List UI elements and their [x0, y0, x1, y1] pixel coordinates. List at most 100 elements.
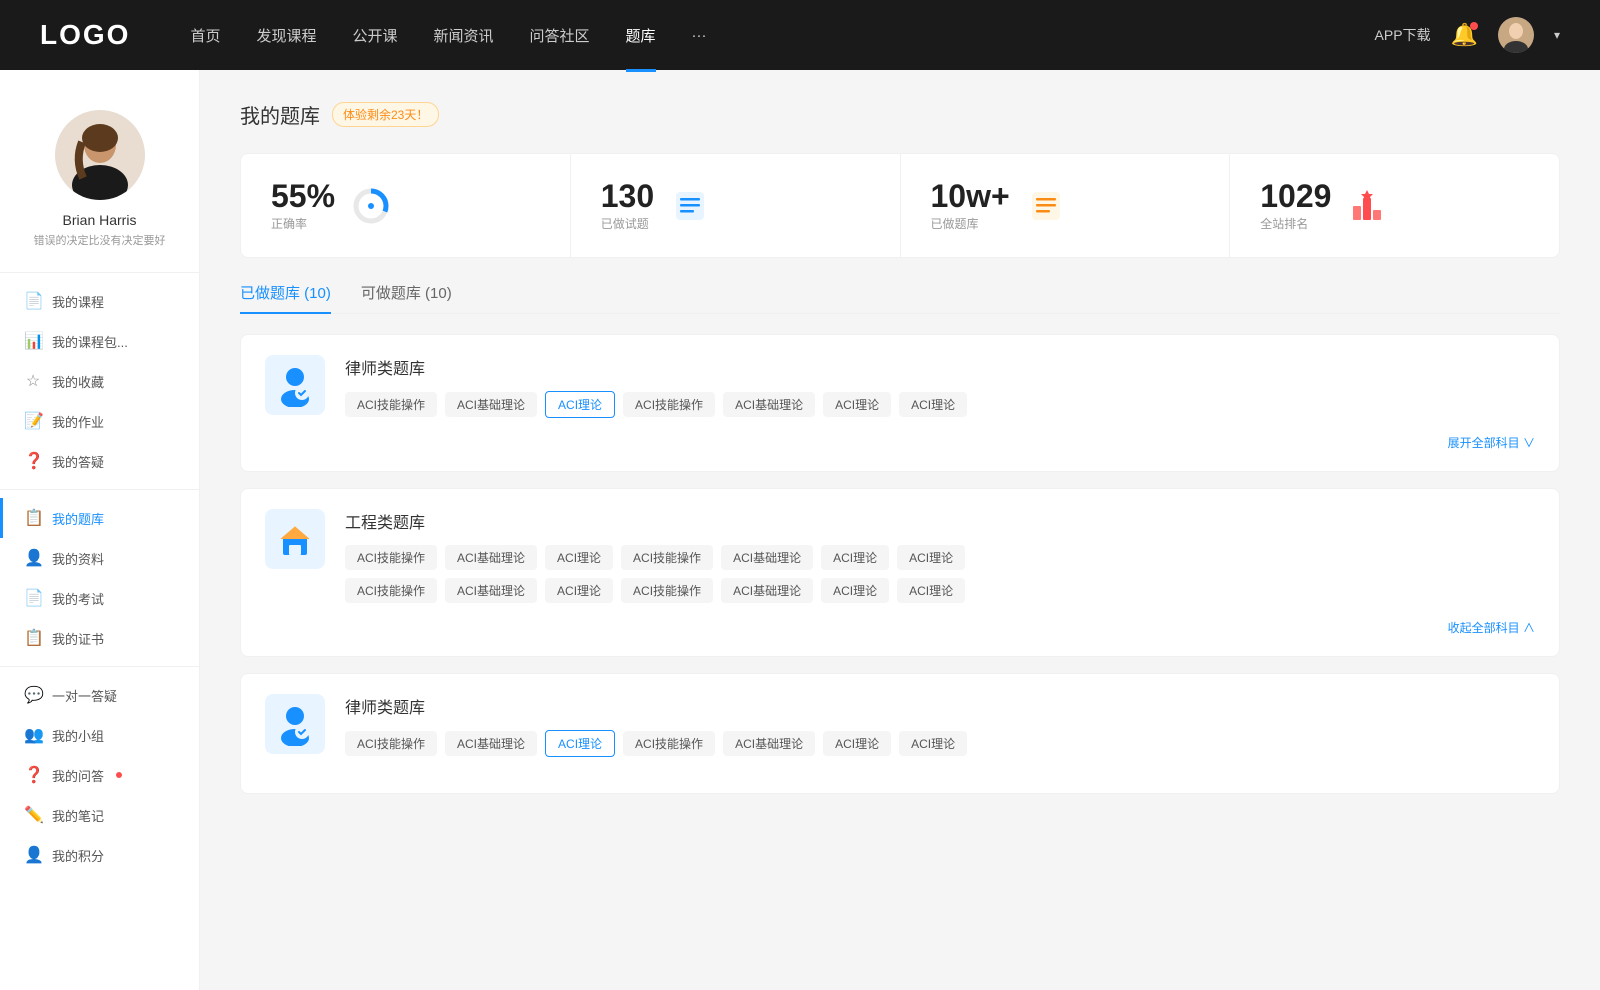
- nav-links: 首页 发现课程 公开课 新闻资讯 问答社区 题库 ···: [190, 25, 1374, 46]
- app-download-button[interactable]: APP下载: [1375, 25, 1431, 45]
- user-profile: Brian Harris 错误的决定比没有决定要好: [0, 90, 199, 264]
- sidebar-item-notes[interactable]: ✏️ 我的笔记: [0, 795, 199, 835]
- tag-1-extra-4[interactable]: ACI基础理论: [721, 578, 813, 603]
- tag-0-2[interactable]: ACI理论: [545, 391, 615, 418]
- main-layout: Brian Harris 错误的决定比没有决定要好 📄 我的课程 📊 我的课程包…: [0, 70, 1600, 990]
- bank-tags-0: ACI技能操作 ACI基础理论 ACI理论 ACI技能操作 ACI基础理论 AC…: [345, 391, 1535, 418]
- tag-2-2[interactable]: ACI理论: [545, 730, 615, 757]
- tag-0-4[interactable]: ACI基础理论: [723, 392, 815, 417]
- tag-1-0[interactable]: ACI技能操作: [345, 545, 437, 570]
- done-banks-icon: [1026, 186, 1066, 226]
- sidebar-item-favorites[interactable]: ☆ 我的收藏: [0, 361, 199, 401]
- sidebar-item-groups[interactable]: 👥 我的小组: [0, 715, 199, 755]
- nav-home[interactable]: 首页: [190, 25, 220, 46]
- homework-icon: 📝: [24, 411, 42, 431]
- tag-0-1[interactable]: ACI基础理论: [445, 392, 537, 417]
- tab-available-banks[interactable]: 可做题库 (10): [361, 282, 452, 313]
- done-questions-icon: [670, 186, 710, 226]
- sidebar-divider-1: [0, 272, 199, 273]
- tag-1-extra-3[interactable]: ACI技能操作: [621, 578, 713, 603]
- tag-1-extra-6[interactable]: ACI理论: [897, 578, 965, 603]
- tag-0-5[interactable]: ACI理论: [823, 392, 891, 417]
- notification-bell[interactable]: 🔔: [1451, 22, 1478, 48]
- nav-qa[interactable]: 问答社区: [530, 25, 590, 46]
- stat-done-banks: 10w+ 已做题库: [901, 154, 1231, 257]
- tag-2-3[interactable]: ACI技能操作: [623, 731, 715, 756]
- collapse-link-1[interactable]: 收起全部科目 ∧: [265, 619, 1535, 636]
- exams-icon: 📄: [24, 588, 42, 608]
- user-avatar-nav[interactable]: [1498, 17, 1534, 53]
- tag-2-0[interactable]: ACI技能操作: [345, 731, 437, 756]
- tab-done-banks[interactable]: 已做题库 (10): [240, 282, 331, 313]
- sidebar-item-one-on-one[interactable]: 💬 一对一答疑: [0, 675, 199, 715]
- sidebar-item-question-bank[interactable]: 📋 我的题库: [0, 498, 199, 538]
- tag-1-3[interactable]: ACI技能操作: [621, 545, 713, 570]
- page-header: 我的题库 体验剩余23天！: [240, 100, 1560, 129]
- my-qa-icon: ❓: [24, 765, 42, 785]
- tag-2-6[interactable]: ACI理论: [899, 731, 967, 756]
- sidebar-label-course-packages: 我的课程包...: [52, 332, 128, 351]
- user-dropdown-arrow[interactable]: ▾: [1554, 28, 1560, 42]
- sidebar-label-one-on-one: 一对一答疑: [52, 686, 117, 705]
- ranking-icon: [1347, 186, 1387, 226]
- tag-2-5[interactable]: ACI理论: [823, 731, 891, 756]
- sidebar-item-exams[interactable]: 📄 我的考试: [0, 578, 199, 618]
- materials-icon: 👤: [24, 548, 42, 568]
- sidebar-item-points[interactable]: 👤 我的积分: [0, 835, 199, 875]
- nav-question-bank[interactable]: 题库: [626, 25, 656, 46]
- nav-news[interactable]: 新闻资讯: [434, 25, 494, 46]
- course-packages-icon: 📊: [24, 331, 42, 351]
- sidebar-item-courses[interactable]: 📄 我的课程: [0, 281, 199, 321]
- bank-tags-2: ACI技能操作 ACI基础理论 ACI理论 ACI技能操作 ACI基础理论 AC…: [345, 730, 1535, 757]
- courses-icon: 📄: [24, 291, 42, 311]
- bank-tags-1-row2: ACI技能操作 ACI基础理论 ACI理论 ACI技能操作 ACI基础理论 AC…: [345, 578, 1535, 603]
- accuracy-chart-icon: [351, 186, 391, 226]
- sidebar-label-courses: 我的课程: [52, 292, 104, 311]
- sidebar-item-certificates[interactable]: 📋 我的证书: [0, 618, 199, 658]
- nav-open-course[interactable]: 公开课: [352, 25, 397, 46]
- sidebar-item-course-packages[interactable]: 📊 我的课程包...: [0, 321, 199, 361]
- tag-1-extra-1[interactable]: ACI基础理论: [445, 578, 537, 603]
- bank-tags-1-row1: ACI技能操作 ACI基础理论 ACI理论 ACI技能操作 ACI基础理论 AC…: [345, 545, 1535, 570]
- stat-ranking: 1029 全站排名: [1230, 154, 1559, 257]
- tag-1-extra-5[interactable]: ACI理论: [821, 578, 889, 603]
- certificates-icon: 📋: [24, 628, 42, 648]
- stat-done-questions-label: 已做试题: [601, 217, 649, 231]
- sidebar-label-notes: 我的笔记: [52, 806, 104, 825]
- stat-accuracy-label: 正确率: [271, 217, 307, 231]
- sidebar: Brian Harris 错误的决定比没有决定要好 📄 我的课程 📊 我的课程包…: [0, 70, 200, 990]
- bank-card-0: 律师类题库 ACI技能操作 ACI基础理论 ACI理论 ACI技能操作 ACI基…: [240, 334, 1560, 472]
- tag-1-4[interactable]: ACI基础理论: [721, 545, 813, 570]
- nav-more[interactable]: ···: [692, 27, 707, 44]
- tag-0-6[interactable]: ACI理论: [899, 392, 967, 417]
- sidebar-label-exams: 我的考试: [52, 589, 104, 608]
- sidebar-item-my-qa[interactable]: ❓ 我的问答: [0, 755, 199, 795]
- tabs-row: 已做题库 (10) 可做题库 (10): [240, 282, 1560, 314]
- tag-1-5[interactable]: ACI理论: [821, 545, 889, 570]
- stats-row: 55% 正确率 130 已做试题: [240, 153, 1560, 258]
- tag-1-extra-2[interactable]: ACI理论: [545, 578, 613, 603]
- sidebar-item-qa[interactable]: ❓ 我的答疑: [0, 441, 199, 481]
- tag-0-3[interactable]: ACI技能操作: [623, 392, 715, 417]
- nav-right: APP下载 🔔 ▾: [1375, 17, 1560, 53]
- main-content: 我的题库 体验剩余23天！ 55% 正确率: [200, 70, 1600, 990]
- stat-ranking-value: 1029: [1260, 178, 1331, 215]
- sidebar-label-groups: 我的小组: [52, 726, 104, 745]
- sidebar-item-materials[interactable]: 👤 我的资料: [0, 538, 199, 578]
- user-avatar: [55, 110, 145, 200]
- sidebar-label-qa: 我的答疑: [52, 452, 104, 471]
- tag-2-1[interactable]: ACI基础理论: [445, 731, 537, 756]
- expand-link-0[interactable]: 展开全部科目 ∨: [265, 434, 1535, 451]
- nav-discover[interactable]: 发现课程: [256, 25, 316, 46]
- tag-1-1[interactable]: ACI基础理论: [445, 545, 537, 570]
- tag-1-2[interactable]: ACI理论: [545, 545, 613, 570]
- tag-1-6[interactable]: ACI理论: [897, 545, 965, 570]
- tag-2-4[interactable]: ACI基础理论: [723, 731, 815, 756]
- tag-1-extra-0[interactable]: ACI技能操作: [345, 578, 437, 603]
- sidebar-label-materials: 我的资料: [52, 549, 104, 568]
- sidebar-divider-3: [0, 666, 199, 667]
- tag-0-0[interactable]: ACI技能操作: [345, 392, 437, 417]
- bank-name-2: 律师类题库: [345, 694, 1535, 718]
- my-qa-red-dot: [116, 772, 122, 778]
- sidebar-item-homework[interactable]: 📝 我的作业: [0, 401, 199, 441]
